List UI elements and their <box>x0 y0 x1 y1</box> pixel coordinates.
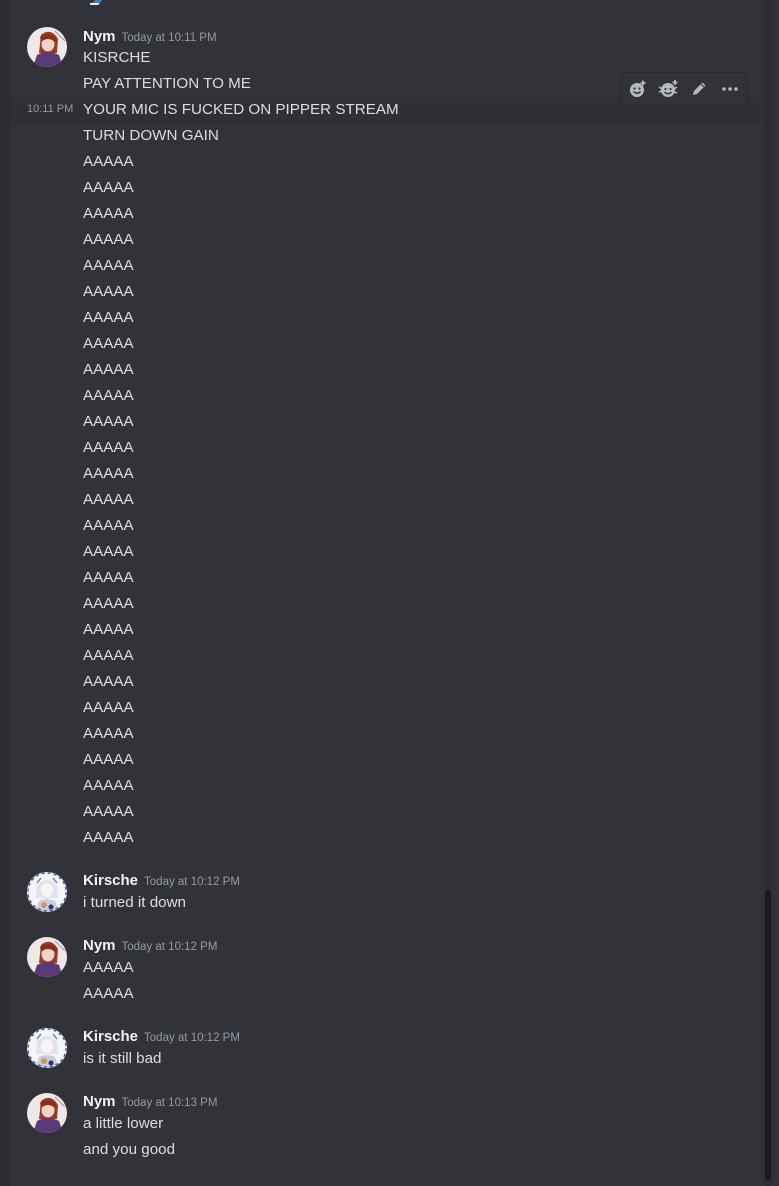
username[interactable]: Kirsche <box>83 1028 138 1045</box>
message-line: PAY ATTENTION TO ME <box>83 75 251 92</box>
message-header: Kirsche Today at 10:12 PM <box>83 1028 240 1048</box>
message-line: AAAAA <box>83 465 134 482</box>
username[interactable]: Nym <box>83 937 116 954</box>
message-line: is it still bad <box>83 1050 162 1067</box>
message-line: a little lower <box>83 1115 164 1132</box>
message-line: AAAAA <box>83 985 134 1002</box>
message-header: Nym Today at 10:12 PM <box>83 937 217 957</box>
message-line: and you good <box>83 1141 176 1158</box>
message-line: AAAAA <box>83 361 134 378</box>
avatar[interactable] <box>27 27 67 67</box>
message-line: KISRCHE <box>83 49 151 66</box>
avatar[interactable] <box>27 1028 67 1068</box>
message-line: AAAAA <box>83 283 134 300</box>
message-action-toolbar <box>620 72 748 106</box>
avatar[interactable] <box>27 937 67 977</box>
message-line: AAAAA <box>83 231 134 248</box>
message-line: AAAAA <box>83 751 134 768</box>
more-icon <box>721 87 738 91</box>
message-timestamp[interactable]: Today at 10:12 PM <box>122 941 218 953</box>
previous-message-image-fragment <box>90 0 103 5</box>
message-line: AAAAA <box>83 829 134 846</box>
nym-avatar-art <box>27 27 67 67</box>
message-line: AAAAA <box>83 387 134 404</box>
message-line: AAAAA <box>83 725 134 742</box>
more-options-button[interactable] <box>715 74 746 104</box>
message-line: AAAAA <box>83 439 134 456</box>
message-line: AAAAA <box>83 517 134 534</box>
message-line: TURN DOWN GAIN <box>83 127 219 144</box>
avatar[interactable] <box>27 872 67 912</box>
scrollbar-thumb[interactable] <box>765 890 771 1180</box>
edit-button[interactable] <box>684 74 715 104</box>
super-reaction-icon <box>658 80 678 97</box>
message-line: AAAAA <box>83 179 134 196</box>
super-reaction-button[interactable] <box>654 74 685 104</box>
message-header: Kirsche Today at 10:12 PM <box>83 872 240 892</box>
message-line: AAAAA <box>83 959 134 976</box>
message-line: AAAAA <box>83 803 134 820</box>
avatar[interactable] <box>27 1093 67 1133</box>
nym-avatar-art <box>27 937 67 977</box>
message-line: AAAAA <box>83 205 134 222</box>
username[interactable]: Nym <box>83 28 116 45</box>
channel-list-edge <box>0 0 10 1186</box>
message-line: AAAAA <box>83 777 134 794</box>
message-line: AAAAA <box>83 647 134 664</box>
username[interactable]: Nym <box>83 1093 116 1110</box>
kirsche-avatar-art <box>27 872 67 912</box>
message-line: AAAAA <box>83 491 134 508</box>
message-line: YOUR MIC IS FUCKED ON PIPPER STREAM <box>83 101 399 118</box>
message-line: AAAAA <box>83 595 134 612</box>
message-header: Nym Today at 10:13 PM <box>83 1093 217 1113</box>
message-timestamp[interactable]: Today at 10:13 PM <box>122 1097 218 1109</box>
kirsche-avatar-art <box>27 1028 67 1068</box>
message-line: AAAAA <box>83 621 134 638</box>
add-reaction-button[interactable] <box>623 74 654 104</box>
message-line: AAAAA <box>83 309 134 326</box>
message-line: i turned it down <box>83 894 186 911</box>
message-timestamp[interactable]: Today at 10:12 PM <box>144 1032 240 1044</box>
message-line: AAAAA <box>83 413 134 430</box>
message-line: AAAAA <box>83 153 134 170</box>
message-line: AAAAA <box>83 569 134 586</box>
nym-avatar-art <box>27 1093 67 1133</box>
message-line: AAAAA <box>83 673 134 690</box>
message-line: AAAAA <box>83 257 134 274</box>
username[interactable]: Kirsche <box>83 872 138 889</box>
message-line: AAAAA <box>83 699 134 716</box>
hover-timestamp: 10:11 PM <box>27 103 74 115</box>
edit-icon <box>693 82 706 95</box>
message-timestamp[interactable]: Today at 10:11 PM <box>122 32 217 44</box>
message-timestamp[interactable]: Today at 10:12 PM <box>144 876 240 888</box>
add-reaction-icon <box>630 80 646 97</box>
message-line: AAAAA <box>83 543 134 560</box>
message-line: AAAAA <box>83 335 134 352</box>
